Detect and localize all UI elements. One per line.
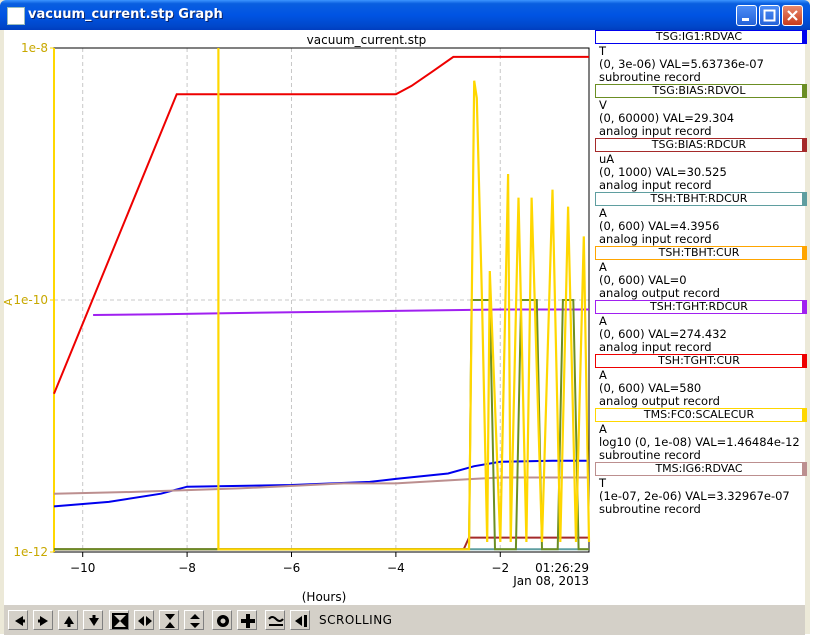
legend-signal-name: TSG:BIAS:RDVOL	[595, 84, 807, 98]
legend-signal-name: TMS:FC0:SCALECUR	[595, 408, 807, 422]
series-group	[53, 48, 591, 551]
legend-record-type: subroutine record	[599, 502, 701, 516]
title-bar[interactable]: vacuum_current.stp Graph	[0, 0, 810, 30]
graph-window: vacuum_current.stp Graph −10 −8 −6 −4 −2 1e-8…	[0, 0, 810, 635]
x-tick-label: −6	[283, 561, 301, 575]
up-arrow-button[interactable]	[58, 610, 78, 630]
wave-icon	[268, 616, 284, 626]
app-icon	[7, 7, 25, 25]
right-arrow-button[interactable]	[33, 610, 53, 630]
window-title: vacuum_current.stp Graph	[28, 7, 223, 22]
x-tick-label: −8	[178, 561, 196, 575]
legend-record-type: analog input record	[599, 124, 712, 138]
chart[interactable]: −10 −8 −6 −4 −2 1e-8 1e-10 1e-12 vacuum_current.…	[4, 30, 594, 604]
right-arrow-icon	[38, 616, 48, 626]
expand-vertical-icon	[190, 614, 200, 628]
legend-entry[interactable]: TSH:TBHT:RDCUR A (0, 600) VAL=4.3956 analog…	[594, 192, 807, 246]
legend-signal-name: TSG:IG1:RDVAC	[595, 30, 807, 44]
x-tick-label: −2	[491, 561, 509, 575]
plus-button[interactable]	[237, 610, 257, 630]
maximize-button[interactable]	[759, 5, 780, 26]
left-arrow-icon	[15, 616, 25, 626]
mode-status: SCROLLING	[319, 613, 393, 627]
legend-entry[interactable]: TMS:FC0:SCALECUR Alog10 (0, 1e-08) VAL=1.…	[594, 408, 807, 462]
legend-signal-name: TSH:TBHT:CUR	[595, 246, 807, 260]
legend: TSG:IG1:RDVAC T (0, 3e-06) VAL=5.63736e-07…	[594, 30, 807, 604]
legend-record-type: analog input record	[599, 178, 712, 192]
legend-entry[interactable]: TSG:IG1:RDVAC T (0, 3e-06) VAL=5.63736e-07…	[594, 30, 807, 84]
series-line	[217, 48, 591, 551]
legend-record-type: analog output record	[599, 286, 720, 300]
legend-signal-name: TSG:BIAS:RDCUR	[595, 138, 807, 152]
collapse-vertical-button[interactable]	[159, 610, 179, 630]
expand-horizontal-button[interactable]	[134, 610, 154, 630]
legend-signal-name: TMS:IG6:RDVAC	[595, 462, 807, 476]
time-label: Jan 08, 2013	[512, 574, 589, 588]
legend-signal-name: TSH:TGHT:RDCUR	[595, 300, 807, 314]
legend-record-type: analog input record	[599, 340, 712, 354]
x-tick-label: −10	[70, 561, 95, 575]
zoom-in-button[interactable]	[109, 610, 129, 630]
y-tick-label: 1e-12	[13, 545, 48, 559]
legend-entry[interactable]: TSG:BIAS:RDVOL V (0, 60000) VAL=29.304 anal…	[594, 84, 807, 138]
legend-entry[interactable]: TSG:BIAS:RDCUR uA (0, 1000) VAL=30.525 anal…	[594, 138, 807, 192]
legend-signal-name: TSH:TGHT:CUR	[595, 354, 807, 368]
y-tick-label: 1e-8	[21, 41, 48, 55]
x-axis-label: (Hours)	[302, 590, 347, 604]
wave-button[interactable]	[265, 610, 285, 630]
time-label: 01:26:29	[535, 561, 589, 575]
legend-record-type: analog output record	[599, 394, 720, 408]
y-tick-label: 1e-10	[13, 293, 48, 307]
series-line	[54, 536, 589, 551]
to-end-icon	[295, 615, 307, 627]
down-arrow-button[interactable]	[83, 610, 103, 630]
down-arrow-icon	[89, 615, 99, 626]
series-line	[53, 476, 589, 495]
legend-signal-name: TSH:TBHT:RDCUR	[595, 192, 807, 206]
legend-entry[interactable]: TMS:IG6:RDVAC T (1e-07, 2e-06) VAL=3.32967…	[594, 462, 807, 516]
expand-vertical-button[interactable]	[184, 610, 204, 630]
legend-record-type: analog input record	[599, 232, 712, 246]
series-line	[93, 308, 589, 316]
legend-entry[interactable]: TSH:TGHT:RDCUR A (0, 600) VAL=274.432 analo…	[594, 300, 807, 354]
zoom-in-icon	[112, 613, 128, 629]
y-axis-label: A	[4, 298, 15, 306]
legend-record-type: subroutine record	[599, 448, 701, 462]
up-arrow-icon	[64, 616, 74, 627]
close-button[interactable]	[782, 5, 803, 26]
plus-icon	[241, 614, 255, 628]
legend-entry[interactable]: TSH:TBHT:CUR A (0, 600) VAL=0 analog output…	[594, 246, 807, 300]
legend-entry[interactable]: TSH:TGHT:CUR A (0, 600) VAL=580 analog outp…	[594, 354, 807, 408]
legend-record-type: subroutine record	[599, 70, 701, 84]
stop-icon	[217, 615, 229, 627]
minimize-button[interactable]	[736, 5, 757, 26]
x-tick-label: −4	[387, 561, 405, 575]
stop-button[interactable]	[212, 610, 232, 630]
toolbar: SCROLLING	[4, 604, 805, 635]
collapse-vertical-icon	[165, 614, 175, 628]
to-end-button[interactable]	[290, 610, 310, 630]
expand-horizontal-icon	[138, 616, 152, 626]
left-arrow-button[interactable]	[8, 610, 28, 630]
chart-title: vacuum_current.stp	[307, 33, 427, 47]
